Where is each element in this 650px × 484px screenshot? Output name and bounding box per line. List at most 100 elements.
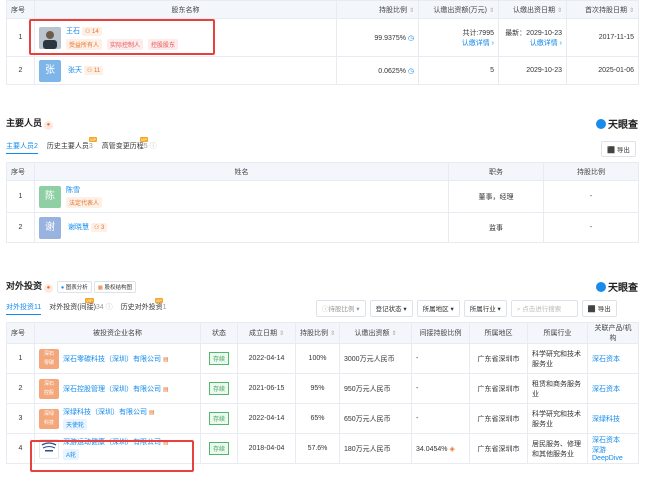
row-index: 2 xyxy=(6,56,35,85)
key-people-table: 序号 姓名 职务 持股比例 1 陈 陈雪 法定代表人 董事，经理 - 2 谢 谢… xyxy=(6,162,639,243)
person-name[interactable]: 谢晓慧 xyxy=(68,224,89,231)
filter-status[interactable]: 登记状态 ▾ xyxy=(369,300,413,317)
info-badge[interactable]: ● xyxy=(43,121,53,130)
company-name[interactable]: 深石控股管理（深圳）有限公司 xyxy=(63,386,161,393)
penetration-icon[interactable]: ◈ xyxy=(449,446,454,453)
report-icon[interactable]: ▤ xyxy=(163,357,169,363)
investment-tabs: 对外投资11 VIP 对外投资(间接)34 ⓘ VIP 历史对外投资1 xyxy=(6,298,167,315)
related-count[interactable]: ⚇ 11 xyxy=(83,66,104,76)
product-cell[interactable]: 深石资本 xyxy=(587,373,639,404)
person-name[interactable]: 陈雪 xyxy=(66,185,105,195)
tab-history-investment[interactable]: VIP 历史对外投资1 xyxy=(121,298,167,311)
col-indirect: 间接持股比例 xyxy=(411,322,470,344)
search-icon: ⌕ xyxy=(516,306,521,313)
shareholder-name[interactable]: 张天 xyxy=(68,67,82,74)
tianyancha-logo: 天眼查 xyxy=(596,279,638,294)
company-cell: 深石 零碳 深石零碳科技（深圳）有限公司 ▤ xyxy=(34,343,201,374)
row-index: 3 xyxy=(6,403,35,434)
date-cell: 最新：2029-10-23 认缴详情 › xyxy=(498,18,567,57)
highlight-box xyxy=(30,440,194,472)
industry-cell: 租赁和商务服务业 xyxy=(527,373,588,404)
col-index: 序号 xyxy=(6,0,35,19)
filter-region[interactable]: 所属地区 ▾ xyxy=(416,300,460,317)
role-cell: 监事 xyxy=(448,212,544,243)
avatar[interactable]: 张 xyxy=(39,59,61,82)
product-cell[interactable]: 深石资本 xyxy=(587,343,639,374)
company-name[interactable]: 深石零碳科技（深圳）有限公司 xyxy=(63,356,161,363)
export-button[interactable]: ⬛ 导出 xyxy=(581,300,617,317)
key-people-tabs: 主要人员2 VIP 历史主要人员3 VIP 高管变更历程5 ⓘ xyxy=(6,137,157,154)
col-date[interactable]: 认缴出资日期 ⇕ xyxy=(498,0,567,19)
table-row: 1 深石 零碳 深石零碳科技（深圳）有限公司 ▤ 存续 2022-04-14 100% 30… xyxy=(6,343,639,374)
funding-tag: 天使轮 xyxy=(63,419,88,430)
col-product: 关联产品/机构 xyxy=(587,322,639,344)
report-icon[interactable]: ▤ xyxy=(163,387,169,393)
industry-cell: 科学研究和技术服务业 xyxy=(527,343,588,374)
info-badge[interactable]: ● xyxy=(43,284,53,293)
ratio-cell: 95% xyxy=(295,373,340,404)
col-company: 被投资企业名称 xyxy=(34,322,201,344)
col-first-date[interactable]: 首次持股日期 ⇕ xyxy=(566,0,639,19)
col-amount[interactable]: 认缴出资额(万元) ⇕ xyxy=(418,0,499,19)
found-date-cell: 2022-04-14 xyxy=(237,403,296,434)
industry-cell: 科学研究和技术服务业 xyxy=(527,403,588,434)
table-row: 3 深绿 科技 深绿科技（深圳）有限公司 ▤ 天使轮 存续 2022-04-14 65% 65… xyxy=(6,403,639,434)
region-cell: 广东省深圳市 xyxy=(469,433,528,464)
company-logo: 深绿 科技 xyxy=(39,408,59,429)
role-cell: 董事，经理 xyxy=(448,180,544,213)
filter-bar: ⓘ持股比例 ▾ 登记状态 ▾ 所属地区 ▾ 所属行业 ▾ ⌕ 点击进行搜索 ⬛ … xyxy=(316,300,617,317)
company-cell: 深石 控股 深石控股管理（深圳）有限公司 ▤ xyxy=(34,373,201,404)
indirect-cell: - xyxy=(411,403,470,434)
col-amount[interactable]: 认缴出资额 ⇕ xyxy=(339,322,412,344)
tab-indirect-investment[interactable]: VIP 对外投资(间接)34 ⓘ xyxy=(49,298,113,311)
equity-structure-button[interactable]: ▦ 股权结构图 xyxy=(93,281,136,293)
avatar[interactable]: 陈 xyxy=(39,185,61,208)
col-name: 姓名 xyxy=(34,162,449,181)
table-row: 1 陈 陈雪 法定代表人 董事，经理 - xyxy=(6,180,639,213)
status-cell: 存续 xyxy=(200,343,238,374)
col-found-date[interactable]: 成立日期 ⇕ xyxy=(237,322,296,344)
tab-key-people[interactable]: 主要人员2 xyxy=(6,143,38,154)
amount-cell: 共计:7995 认缴详情 › xyxy=(418,18,499,57)
shareholder-cell: 张 张天 ⚇ 11 xyxy=(34,56,337,85)
investment-header: 对外投资 ● ● 图表分析 ▦ 股权结构图 xyxy=(6,279,136,293)
industry-cell: 居民服务、修理和其他服务业 xyxy=(527,433,588,464)
product-cell[interactable]: 深石资本 深游DeepDive xyxy=(587,433,639,464)
col-ratio: 持股比例 xyxy=(543,162,639,181)
report-icon[interactable]: ▤ xyxy=(149,410,155,416)
found-date-cell: 2018-04-04 xyxy=(237,433,296,464)
col-ratio[interactable]: 持股比例 ⇕ xyxy=(336,0,419,19)
company-name[interactable]: 深绿科技（深圳）有限公司 xyxy=(63,409,147,416)
shareholders-header-row: 序号 股东名称 持股比例 ⇕ 认缴出资额(万元) ⇕ 认缴出资日期 ⇕ 首次持股… xyxy=(6,0,639,19)
export-button[interactable]: ⬛ 导出 xyxy=(601,141,636,157)
chart-icon[interactable]: ◷ xyxy=(408,68,414,75)
chart-icon[interactable]: ◷ xyxy=(408,35,414,42)
ratio-cell: 99.9375% ◷ xyxy=(336,18,419,57)
indirect-cell: - xyxy=(411,343,470,374)
amount-detail-link[interactable]: 认缴详情 › xyxy=(423,38,494,48)
related-count[interactable]: ⚇ 3 xyxy=(90,223,108,233)
ratio-cell: - xyxy=(543,212,639,243)
found-date-cell: 2021-06-15 xyxy=(237,373,296,404)
tab-investment[interactable]: 对外投资11 xyxy=(6,304,42,315)
region-cell: 广东省深圳市 xyxy=(469,403,528,434)
company-cell: 深绿 科技 深绿科技（深圳）有限公司 ▤ 天使轮 xyxy=(34,403,201,434)
filter-industry[interactable]: 所属行业 ▾ xyxy=(463,300,507,317)
key-people-header: 主要人员 ● xyxy=(6,116,53,130)
first-date-cell: 2025-01-06 xyxy=(566,56,639,85)
chart-analysis-button[interactable]: ● 图表分析 xyxy=(56,281,92,293)
company-logo: 深石 控股 xyxy=(39,378,59,399)
row-index: 2 xyxy=(6,212,35,243)
ratio-cell: 100% xyxy=(295,343,340,374)
tab-exec-changes[interactable]: VIP 高管变更历程5 ⓘ xyxy=(102,137,157,150)
status-cell: 存续 xyxy=(200,433,238,464)
search-input[interactable]: ⌕ 点击进行搜索 xyxy=(510,300,578,317)
date-detail-link[interactable]: 认缴详情 › xyxy=(503,38,562,48)
avatar[interactable]: 谢 xyxy=(39,216,61,239)
tianyancha-logo: 天眼查 xyxy=(596,116,638,131)
filter-ratio[interactable]: ⓘ持股比例 ▾ xyxy=(316,300,366,317)
col-ratio[interactable]: 持股比例 ⇕ xyxy=(295,322,340,344)
tab-history-key-people[interactable]: VIP 历史主要人员3 xyxy=(47,137,98,150)
product-cell[interactable]: 深绿科技 xyxy=(587,403,639,434)
amount-cell: 5 xyxy=(418,56,499,85)
